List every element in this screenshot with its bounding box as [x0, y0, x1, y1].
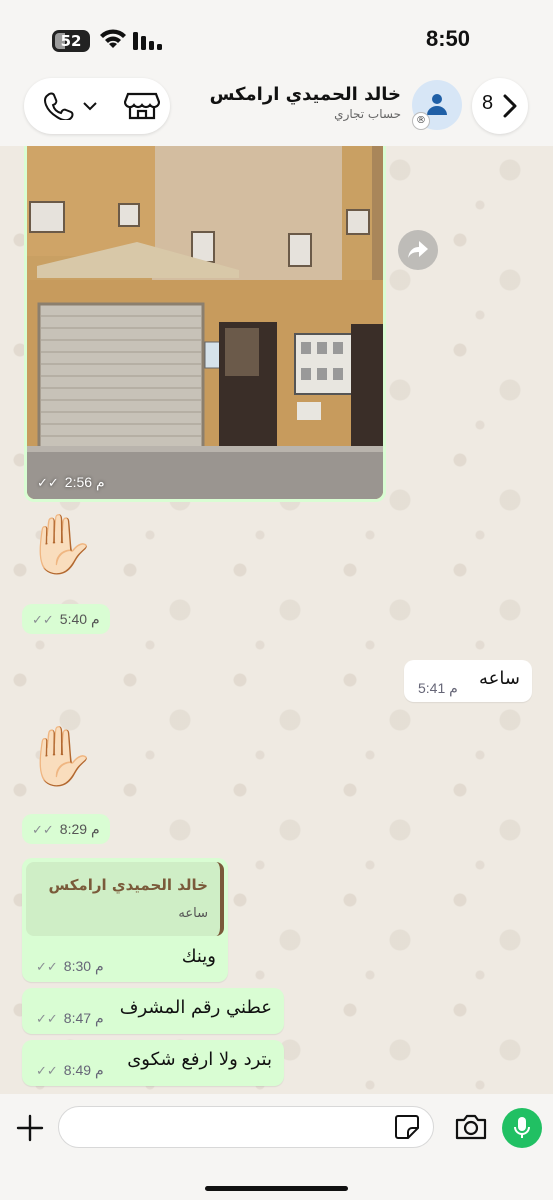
message-time: ✓✓ 5:40 م — [22, 604, 110, 634]
read-receipt-icon: ✓✓ — [36, 1011, 64, 1026]
status-time: 8:50 — [425, 26, 471, 51]
quoted-author: خالد الحميدي ارامكس — [48, 876, 209, 894]
attach-button[interactable] — [14, 1112, 46, 1144]
wifi-icon — [100, 29, 126, 48]
message-text: بترد ولا ارفع شكوى — [127, 1049, 272, 1070]
message-time: ✓✓ 8:30 م — [36, 958, 104, 974]
plus-icon — [16, 1114, 44, 1142]
forward-button[interactable] — [398, 230, 438, 270]
outgoing-message[interactable]: ✓✓ 8:47 م عطني رقم المشرف — [22, 988, 284, 1034]
read-receipt-icon: ✓✓ — [36, 1063, 64, 1078]
message-text: ساعه — [479, 668, 520, 689]
unread-count: 8 — [482, 92, 494, 114]
read-receipt-icon: ✓✓ — [32, 822, 60, 837]
message-time: ✓✓ 2:56 م — [37, 474, 105, 490]
chevron-right-icon — [503, 94, 517, 118]
quoted-text: ساعه — [178, 906, 208, 921]
forward-icon — [408, 241, 428, 258]
emoji-message[interactable]: ✋🏻 — [24, 724, 96, 788]
message-composer — [0, 1094, 553, 1200]
building-photo[interactable]: ✓✓ 2:56 م — [27, 146, 383, 499]
microphone-icon — [514, 1117, 530, 1138]
read-receipt-icon: ✓✓ — [37, 475, 65, 490]
incoming-message[interactable]: 5:41 م ساعه — [404, 660, 532, 702]
read-receipt-icon: ✓✓ — [32, 612, 60, 627]
business-badge-icon: ® — [412, 112, 430, 130]
camera-icon — [455, 1114, 487, 1140]
image-message[interactable]: ✓✓ 2:56 م — [24, 146, 386, 502]
message-input[interactable] — [58, 1106, 434, 1148]
phone-icon — [43, 92, 97, 122]
read-receipt-icon: ✓✓ — [36, 959, 64, 974]
photo-content — [27, 146, 383, 499]
mic-button[interactable] — [502, 1108, 542, 1148]
outgoing-message[interactable]: ✓✓ 8:49 م بترد ولا ارفع شكوى — [22, 1040, 284, 1086]
reply-message[interactable]: خالد الحميدي ارامكس ساعه ✓✓ 8:30 م وينك — [22, 858, 228, 982]
sticker-icon — [395, 1115, 419, 1139]
message-time: ✓✓ 8:29 م — [22, 814, 110, 844]
chat-header: خالد الحميدي ارامكس حساب تجاري ® 8 — [0, 70, 553, 146]
message-text: عطني رقم المشرف — [119, 997, 272, 1018]
avatar[interactable]: ® — [412, 80, 462, 130]
signal-icon — [133, 32, 162, 50]
quoted-message[interactable]: خالد الحميدي ارامكس ساعه — [26, 862, 224, 936]
camera-button[interactable] — [454, 1112, 488, 1142]
message-time: ✓✓ 8:47 م — [36, 1010, 104, 1026]
contact-subtitle: حساب تجاري — [334, 107, 401, 121]
back-button[interactable]: 8 — [472, 78, 528, 134]
call-button[interactable] — [42, 92, 98, 122]
message-time: 5:41 م — [418, 680, 458, 696]
emoji-message[interactable]: ✋🏻 — [24, 512, 96, 576]
status-bar: 52 8:50 — [0, 0, 553, 70]
home-indicator — [205, 1186, 348, 1191]
message-text: وينك — [181, 946, 216, 967]
contact-info[interactable]: خالد الحميدي ارامكس حساب تجاري — [141, 84, 401, 121]
battery-indicator: 52 — [52, 30, 90, 52]
contact-name: خالد الحميدي ارامكس — [209, 84, 401, 105]
person-icon — [427, 94, 447, 115]
message-time: ✓✓ 8:49 م — [36, 1062, 104, 1078]
sticker-button[interactable] — [394, 1114, 420, 1140]
